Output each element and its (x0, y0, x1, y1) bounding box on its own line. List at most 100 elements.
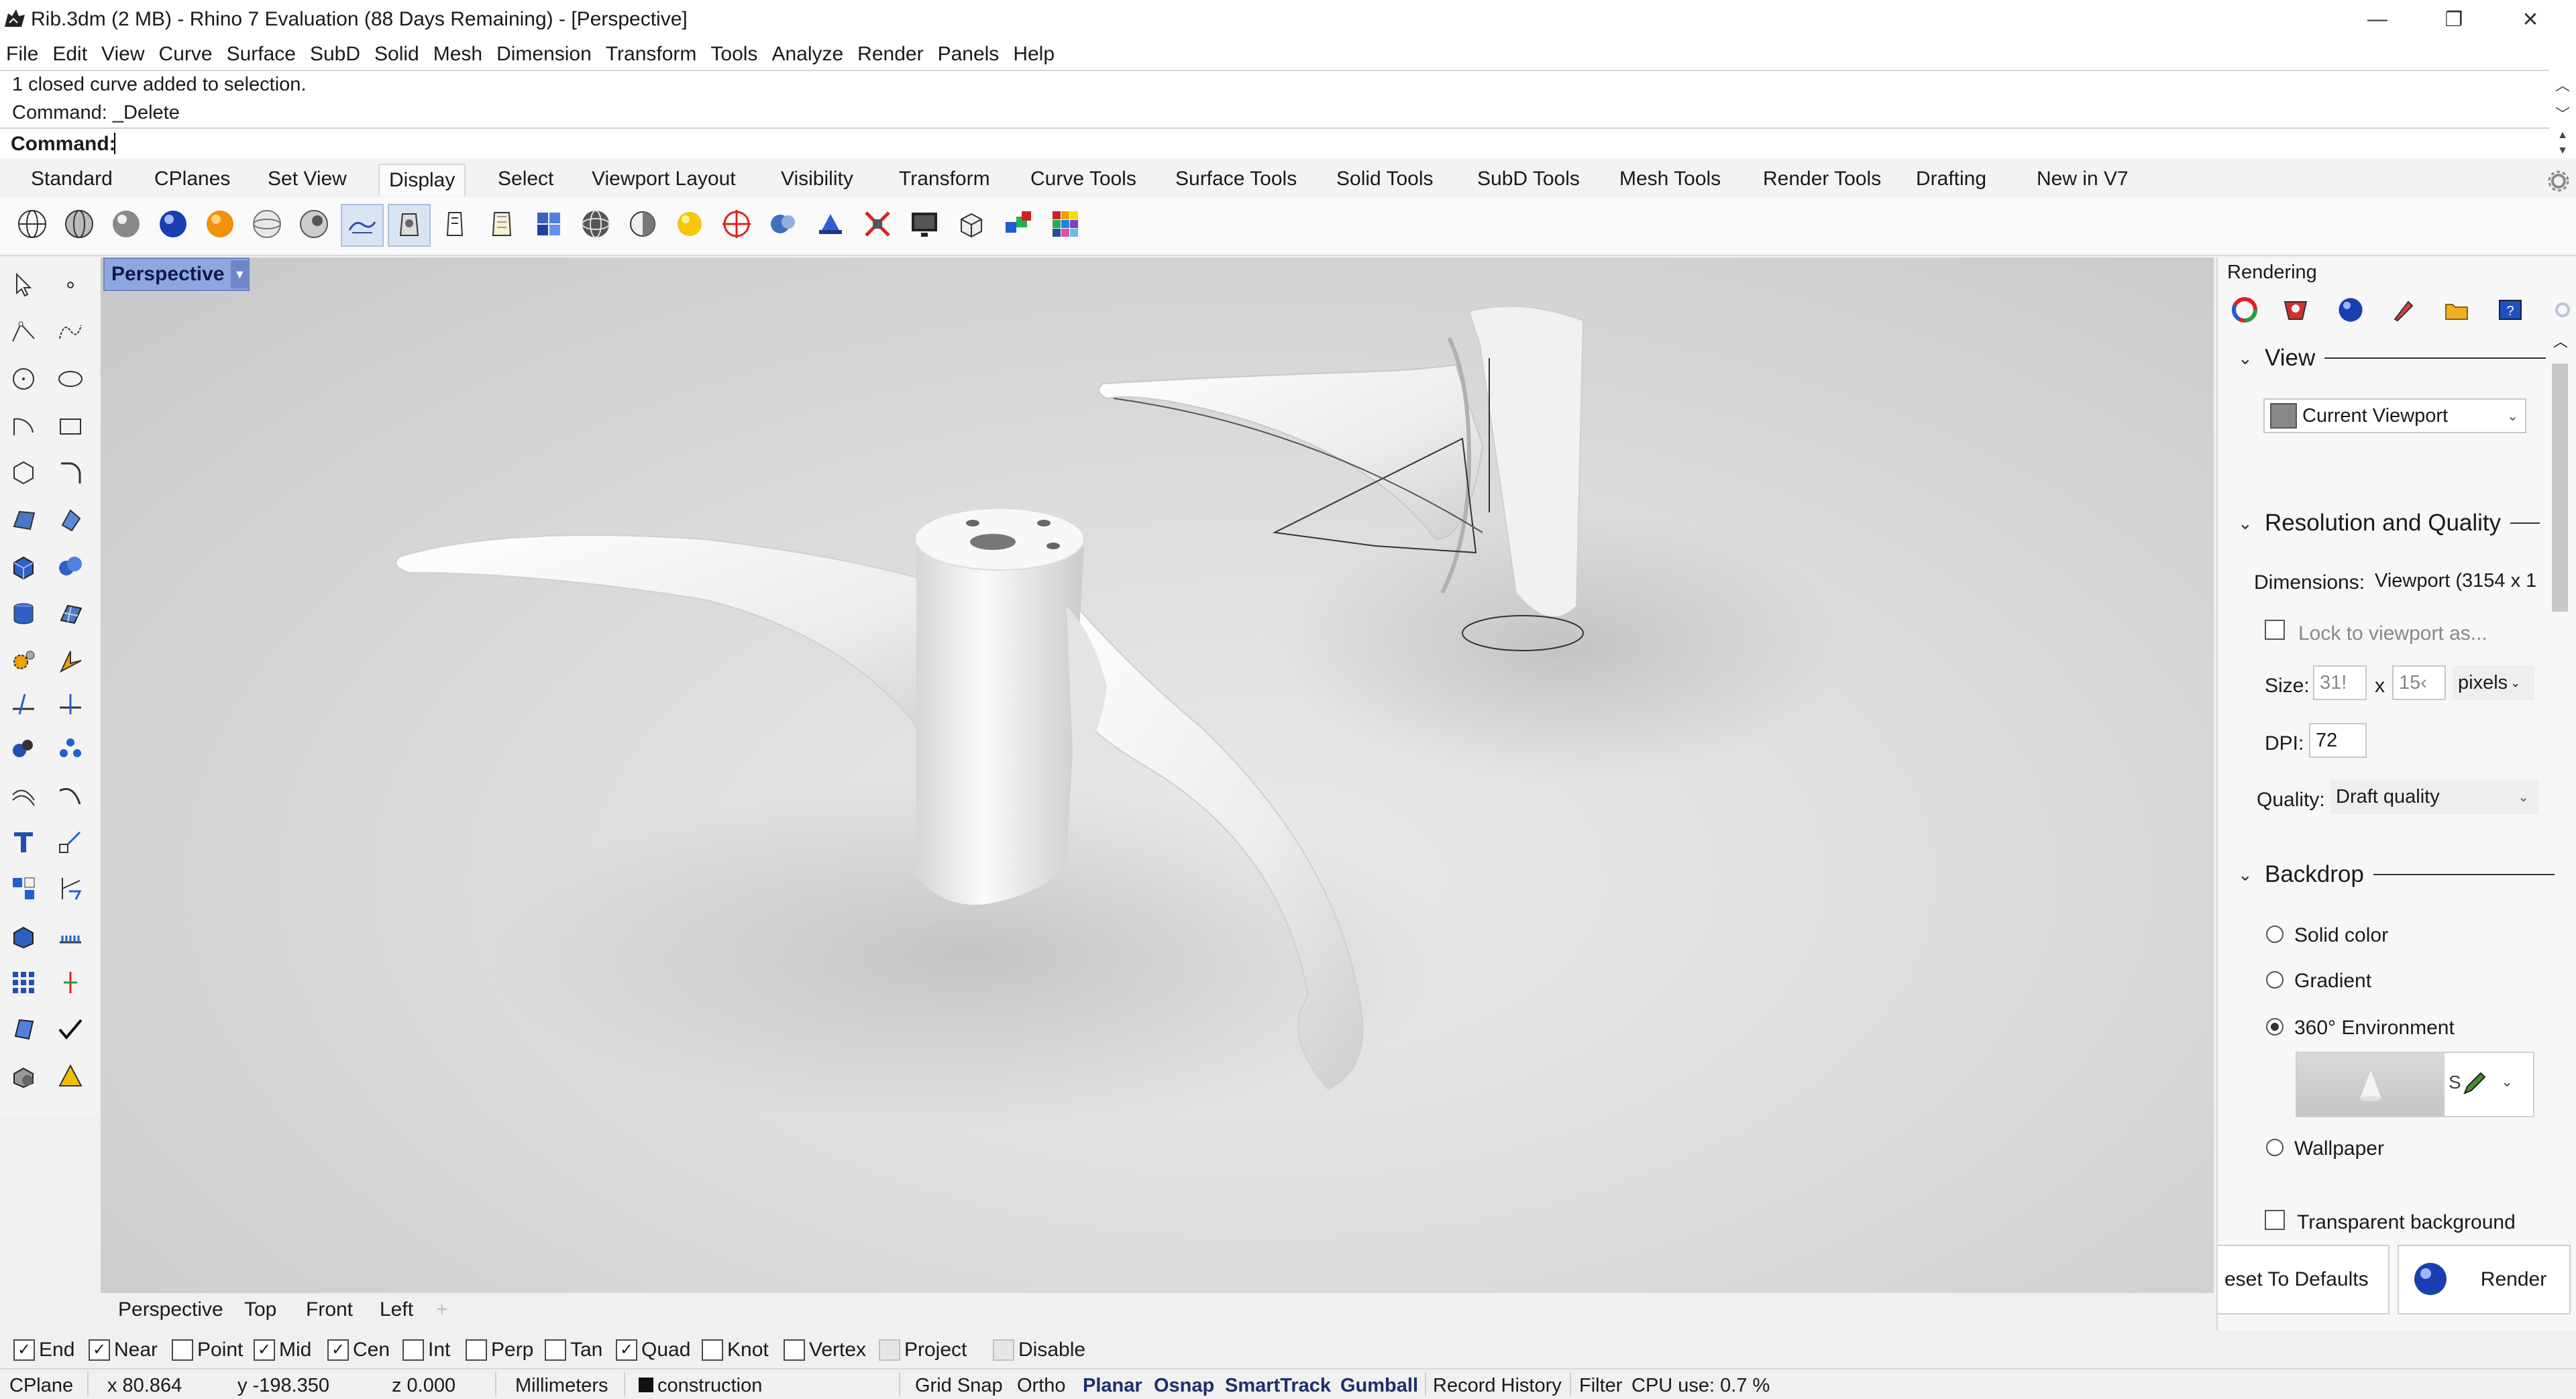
command-line[interactable]: Command: (0, 127, 2549, 160)
environment-map-icon[interactable] (763, 204, 804, 244)
render-object-icon[interactable] (4, 1057, 43, 1096)
material-icon[interactable] (51, 1057, 90, 1096)
rendered-blue-icon[interactable] (153, 204, 193, 244)
filter-toggle[interactable]: Filter (1579, 1375, 1622, 1397)
drape-icon[interactable] (51, 641, 90, 680)
viewport-tab-front[interactable]: Front (306, 1298, 353, 1321)
environment-selector[interactable]: S ⌄ (2296, 1052, 2534, 1117)
osnap-int[interactable]: Int (402, 1339, 450, 1361)
osnap-near[interactable]: ✓ Near (89, 1339, 158, 1361)
tab-transform[interactable]: Transform (890, 164, 1000, 194)
menu-file[interactable]: File (0, 43, 46, 66)
grid-snap-toggle[interactable]: Grid Snap (915, 1375, 1003, 1397)
view-section-header[interactable]: ⌄ View (2238, 345, 2546, 372)
size-width-input[interactable]: 31! (2313, 665, 2367, 700)
texture-brush-icon[interactable] (2390, 296, 2416, 323)
transparent-background-checkbox[interactable] (2265, 1210, 2285, 1230)
menu-view[interactable]: View (95, 43, 152, 66)
add-viewport-tab-icon[interactable]: + (436, 1298, 448, 1321)
restore-button[interactable]: ❐ (2416, 0, 2491, 39)
osnap-tan[interactable]: Tan (545, 1339, 602, 1361)
spin-up-icon[interactable]: ▲ (2557, 129, 2568, 142)
tab-standard[interactable]: Standard (21, 164, 122, 194)
checkbox-checked-icon[interactable]: ✓ (89, 1339, 110, 1361)
arctic-icon[interactable] (482, 204, 522, 244)
dimension-icon[interactable] (51, 869, 90, 908)
extrude-surface-icon[interactable] (51, 500, 90, 539)
spin-down-icon[interactable]: ▼ (2557, 145, 2568, 157)
cylinder-icon[interactable] (4, 594, 43, 633)
gold-sphere-icon[interactable] (200, 204, 240, 244)
environment-sphere-icon[interactable] (2336, 295, 2365, 325)
minimize-button[interactable]: — (2340, 0, 2415, 39)
blend-curve-icon[interactable] (51, 775, 90, 814)
check-icon[interactable] (51, 1010, 90, 1049)
menu-subd[interactable]: SubD (304, 43, 368, 66)
light-bulb-icon[interactable] (669, 204, 710, 244)
tab-set-view[interactable]: Set View (258, 164, 356, 194)
osnap-perp[interactable]: Perp (466, 1339, 533, 1361)
checkbox-icon[interactable] (545, 1339, 566, 1361)
arc-icon[interactable] (4, 406, 43, 445)
menu-help[interactable]: Help (1007, 43, 1063, 66)
tab-visibility[interactable]: Visibility (771, 164, 863, 194)
monochrome-icon[interactable] (529, 204, 569, 244)
circle-icon[interactable] (4, 359, 43, 398)
xray-icon[interactable] (294, 204, 334, 244)
tab-select[interactable]: Select (488, 164, 563, 194)
half-sphere-icon[interactable] (623, 204, 663, 244)
chevron-down-icon[interactable]: ⌄ (2501, 1073, 2513, 1090)
model-render[interactable] (101, 258, 2214, 1293)
scroll-up-icon[interactable]: ︿ (2553, 330, 2568, 351)
box-icon[interactable] (4, 547, 43, 586)
gear-tool-icon[interactable] (4, 641, 43, 680)
material-ball-icon[interactable] (2282, 296, 2309, 323)
osnap-end[interactable]: ✓ End (13, 1339, 74, 1361)
menu-curve[interactable]: Curve (153, 43, 221, 66)
backdrop-environment-radio[interactable] (2266, 1018, 2284, 1036)
tab-solid-tools[interactable]: Solid Tools (1327, 164, 1443, 194)
osnap-toggle[interactable]: Osnap (1154, 1375, 1214, 1397)
box-edges-icon[interactable] (951, 204, 991, 244)
ghosted-icon[interactable] (247, 204, 287, 244)
polyline-icon[interactable] (4, 313, 43, 351)
explode-icon[interactable] (4, 728, 43, 767)
menu-transform[interactable]: Transform (600, 43, 705, 66)
ortho-toggle[interactable]: Ortho (1017, 1375, 1066, 1397)
checkbox-checked-icon[interactable]: ✓ (327, 1339, 349, 1361)
checkbox-icon[interactable] (879, 1339, 900, 1361)
curve-icon[interactable] (51, 313, 90, 351)
surface-icon[interactable] (4, 500, 43, 539)
menu-solid[interactable]: Solid (368, 43, 427, 66)
tab-surface-tools[interactable]: Surface Tools (1166, 164, 1306, 194)
checkbox-checked-icon[interactable]: ✓ (254, 1339, 275, 1361)
viewport-title[interactable]: Perspective ▼ (103, 258, 250, 291)
curvature-icon[interactable] (857, 204, 898, 244)
ellipse-icon[interactable] (51, 359, 90, 398)
osnap-knot[interactable]: Knot (702, 1339, 769, 1361)
color-wheel-icon[interactable] (2231, 296, 2258, 323)
menu-render[interactable]: Render (851, 43, 931, 66)
smarttrack-toggle[interactable]: SmartTrack (1225, 1375, 1331, 1397)
menu-dimension[interactable]: Dimension (490, 43, 600, 66)
planar-toggle[interactable]: Planar (1083, 1375, 1142, 1397)
viewport-tab-left[interactable]: Left (380, 1298, 413, 1321)
record-history-toggle[interactable]: Record History (1433, 1375, 1562, 1397)
current-layer[interactable]: construction (657, 1375, 762, 1397)
draft-angle-icon[interactable] (810, 204, 851, 244)
osnap-point[interactable]: Point (172, 1339, 243, 1361)
lock-viewport-checkbox[interactable] (2265, 620, 2285, 640)
cplane-indicator[interactable]: CPlane (9, 1375, 73, 1397)
tab-display[interactable]: Display (378, 164, 466, 196)
scroll-down-icon[interactable]: ﹀ (2555, 103, 2570, 124)
pencil-icon[interactable] (2461, 1070, 2487, 1097)
tab-subd-tools[interactable]: SubD Tools (1468, 164, 1589, 194)
raytraced-icon[interactable] (576, 204, 616, 244)
tab-drafting[interactable]: Drafting (1907, 164, 1996, 194)
technical-icon[interactable] (341, 204, 384, 247)
tab-viewport-layout[interactable]: Viewport Layout (582, 164, 745, 194)
join-icon[interactable] (51, 728, 90, 767)
size-height-input[interactable]: 15‹ (2392, 665, 2446, 700)
osnap-cen[interactable]: ✓ Cen (327, 1339, 390, 1361)
osnap-project[interactable]: Project (879, 1339, 967, 1361)
